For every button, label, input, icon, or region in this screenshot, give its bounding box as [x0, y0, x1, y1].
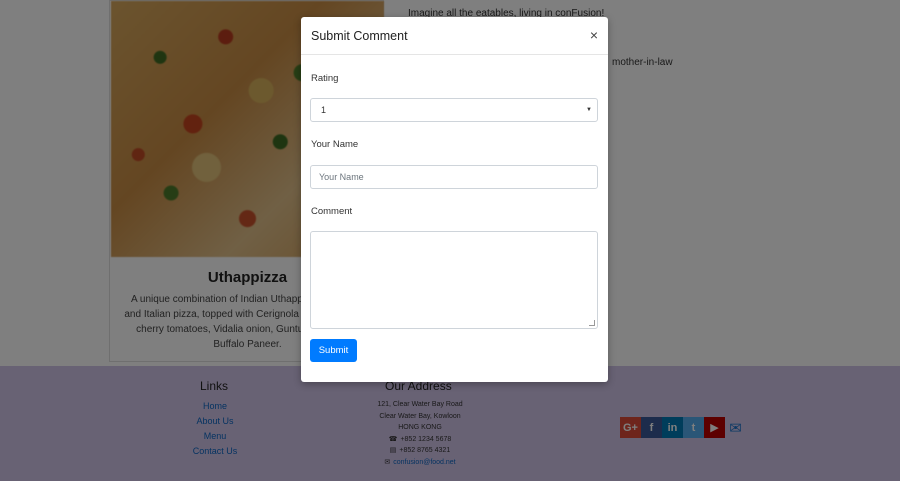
rating-label: Rating [311, 73, 339, 84]
submit-comment-modal: Submit Comment × Rating 1 ▼ Your Name Co… [301, 17, 608, 382]
modal-title: Submit Comment [311, 29, 408, 43]
resize-grip-icon[interactable] [589, 320, 595, 326]
chevron-down-icon: ▼ [586, 107, 592, 113]
rating-value: 1 [321, 105, 327, 115]
comment-label: Comment [311, 206, 353, 217]
name-label: Your Name [311, 139, 359, 150]
modal-header: Submit Comment × [301, 17, 608, 55]
rating-select[interactable]: 1 ▼ [310, 98, 598, 122]
comment-textarea[interactable] [310, 231, 598, 329]
close-button[interactable]: × [590, 27, 598, 43]
name-input[interactable] [310, 165, 598, 189]
submit-button[interactable]: Submit [310, 339, 357, 362]
